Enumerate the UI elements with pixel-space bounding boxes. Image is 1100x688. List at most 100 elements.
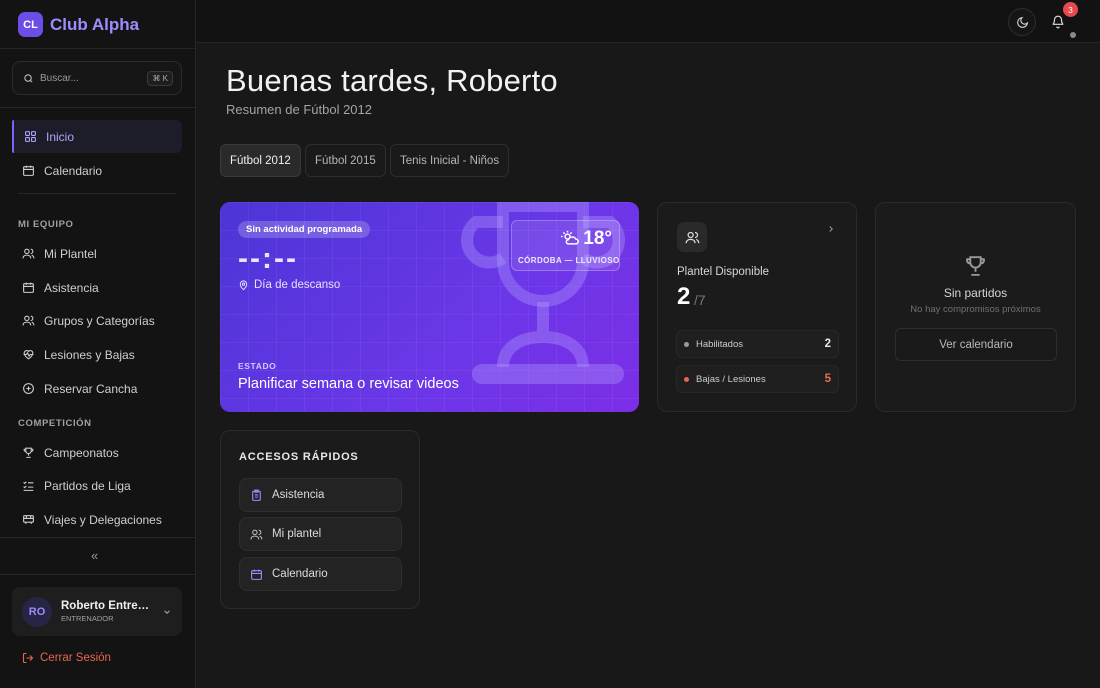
sidebar-item-label: Calendario (44, 163, 103, 178)
trophy-icon (966, 256, 985, 276)
quick-access-card: ACCESOS RÁPIDOS Asistencia Mi plantel Ca… (220, 430, 420, 609)
tab-futbol-2015[interactable]: Fútbol 2015 (305, 144, 386, 177)
divider (0, 107, 195, 108)
user-role: ENTRENADOR (61, 614, 114, 623)
trophy-icon (23, 447, 34, 458)
section-label-mi-equipo: MI EQUIPO (18, 219, 74, 230)
sidebar-item-campeonatos[interactable]: Campeonatos (12, 436, 182, 469)
sidebar-item-grupos[interactable]: Grupos y Categorías (12, 304, 182, 337)
plantel-row-bajas: Bajas / Lesiones 5 (676, 365, 839, 393)
map-pin-icon (239, 279, 248, 290)
users-icon (685, 231, 699, 243)
chevron-down-icon (164, 609, 170, 614)
activity-location-text: Día de descanso (254, 279, 341, 291)
topbar (196, 0, 1100, 43)
status-dot (684, 341, 689, 347)
sidebar-item-label: Reservar Cancha (44, 381, 138, 396)
plantel-row-habilitados: Habilitados 2 (676, 330, 839, 358)
plantel-total-count: /7 (694, 292, 706, 308)
quick-link-label: Asistencia (272, 489, 325, 501)
bell-icon (1052, 15, 1064, 29)
plantel-icon-box (677, 222, 707, 252)
matches-empty-title: Sin partidos (943, 286, 1008, 300)
sidebar-item-viajes[interactable]: Viajes y Delegaciones (12, 503, 182, 536)
status-dot (684, 376, 689, 382)
list-check-icon (23, 481, 34, 491)
sidebar-item-label: Inicio (46, 129, 75, 144)
theme-toggle-button[interactable] (1008, 8, 1036, 36)
calendar-icon (251, 569, 262, 580)
divider (0, 537, 195, 538)
activity-status-badge: Sin actividad programada (238, 221, 371, 238)
calendar-check-icon (23, 282, 34, 293)
search-placeholder: Buscar... (40, 72, 79, 84)
divider (0, 48, 195, 49)
sidebar-item-label: Grupos y Categorías (44, 313, 155, 328)
matches-empty-subtitle: No hay compromisos próximos (910, 304, 1041, 315)
quick-link-calendario[interactable]: Calendario (239, 557, 402, 591)
quick-link-mi-plantel[interactable]: Mi plantel (239, 517, 402, 551)
quick-link-label: Mi plantel (272, 528, 322, 540)
page-subtitle: Resumen de Fútbol 2012 (226, 102, 372, 117)
grid-icon (25, 131, 36, 142)
sidebar: CL Club Alpha Buscar... ⌘ K Inicio Calen… (0, 0, 196, 688)
user-menu[interactable]: RO Roberto Entrenador ENTRENADOR (12, 587, 182, 636)
brand-logo: CL (18, 12, 43, 37)
avatar: RO (22, 596, 52, 627)
search-shortcut: ⌘ K (147, 70, 173, 86)
chevron-right-icon[interactable] (826, 223, 836, 235)
weather-temperature: 18° (583, 228, 612, 249)
weather-widget: 18° CÓRDOBA — LLUVIOSO (511, 220, 620, 271)
search-icon (24, 73, 33, 83)
brand-name: Club Alpha (50, 14, 140, 34)
activity-time: --:-- (238, 242, 298, 275)
sidebar-item-label: Viajes y Delegaciones (44, 512, 162, 527)
calendar-icon (23, 165, 34, 176)
view-calendar-button[interactable]: Ver calendario (895, 328, 1057, 361)
users-icon (22, 315, 35, 326)
divider (18, 193, 176, 194)
row-label: Bajas / Lesiones (696, 373, 766, 385)
sidebar-item-partidos-liga[interactable]: Partidos de Liga (12, 469, 182, 502)
clipboard-icon (252, 489, 261, 501)
sidebar-item-label: Partidos de Liga (44, 478, 131, 493)
divider (0, 574, 195, 575)
quick-access-title: ACCESOS RÁPIDOS (239, 451, 359, 463)
weather-rain-icon (561, 230, 579, 245)
sidebar-item-label: Lesiones y Bajas (44, 347, 135, 362)
sidebar-item-label: Campeonatos (44, 445, 119, 460)
search-input[interactable]: Buscar... ⌘ K (12, 61, 182, 95)
users-icon (22, 248, 35, 259)
sidebar-item-asistencia[interactable]: Asistencia (12, 271, 182, 304)
sidebar-item-label: Mi Plantel (44, 246, 97, 261)
heart-icon (23, 350, 34, 360)
sidebar-item-mi-plantel[interactable]: Mi Plantel (12, 237, 182, 270)
tab-tenis-inicial[interactable]: Tenis Inicial - Niños (390, 144, 510, 177)
plantel-label: Plantel Disponible (677, 266, 770, 278)
users-icon (250, 529, 263, 539)
sidebar-item-calendario[interactable]: Calendario (12, 154, 182, 187)
weather-location: CÓRDOBA — LLUVIOSO (518, 256, 620, 265)
status-dot (1070, 32, 1076, 38)
collapse-sidebar-button[interactable]: « (91, 548, 98, 563)
quick-link-label: Calendario (272, 568, 328, 580)
next-activity-card: Sin actividad programada --:-- Día de de… (220, 202, 639, 412)
section-label-competicion: COMPETICIÓN (18, 418, 92, 429)
logout-button[interactable]: Cerrar Sesión (22, 652, 111, 664)
sidebar-item-lesiones[interactable]: Lesiones y Bajas (12, 338, 182, 371)
sidebar-item-reservar-cancha[interactable]: Reservar Cancha (12, 372, 182, 405)
brand[interactable]: CL Club Alpha (18, 12, 139, 37)
user-name: Roberto Entrenador (61, 600, 151, 612)
row-value: 2 (824, 338, 831, 350)
bus-icon (23, 515, 34, 524)
notification-badge: 3 (1063, 2, 1078, 17)
row-value: 5 (824, 373, 831, 385)
row-label: Habilitados (696, 338, 743, 350)
plus-circle-icon (23, 383, 34, 394)
sidebar-item-inicio[interactable]: Inicio (12, 120, 182, 153)
plantel-card[interactable]: Plantel Disponible 2 /7 Habilitados 2 Ba… (657, 202, 857, 412)
page-title: Buenas tardes, Roberto (226, 63, 558, 98)
tab-futbol-2012[interactable]: Fútbol 2012 (220, 144, 301, 177)
quick-link-asistencia[interactable]: Asistencia (239, 478, 402, 512)
sidebar-item-label: Asistencia (44, 280, 99, 295)
